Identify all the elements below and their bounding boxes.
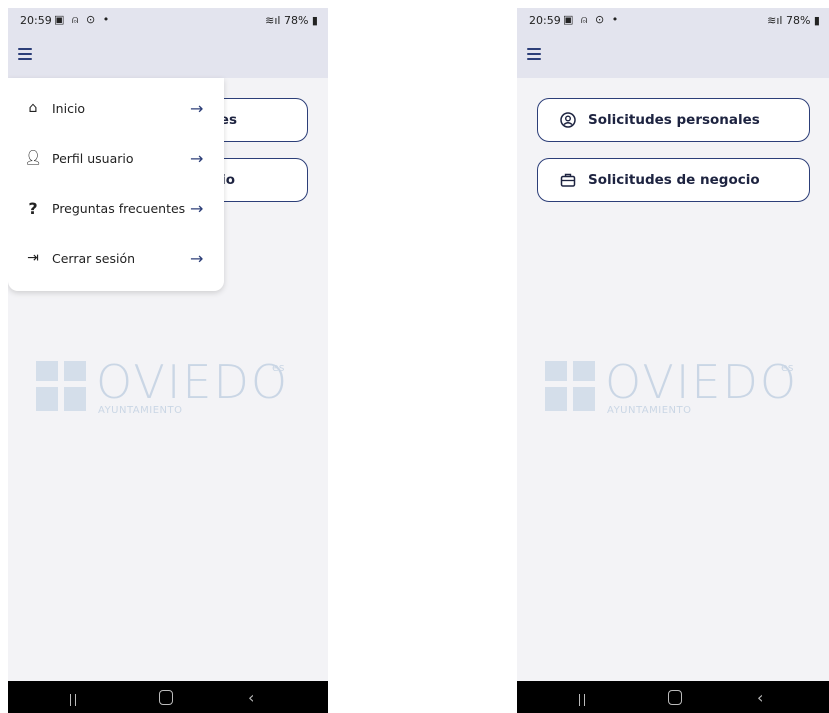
phone-screen-drawer-open: 20:59 ▣ ⍝ ⊙ • ≋ıl 78% ▮ es io OVIEDO es … — [8, 8, 328, 713]
logo-suffix: es — [272, 361, 285, 374]
solicitudes-personales-button[interactable]: Solicitudes personales — [537, 98, 810, 142]
main-content: Solicitudes personales Solicitudes de ne… — [517, 78, 829, 681]
menu-icon[interactable] — [527, 48, 541, 60]
system-nav-bar: ‹ — [517, 681, 829, 713]
notification-icons: ▣ ⍝ ⊙ • — [54, 13, 112, 26]
logo-subtitle: AYUNTAMIENTO — [98, 405, 183, 416]
status-bar: 20:59 ▣ ⍝ ⊙ • ≋ıl 78% ▮ — [517, 8, 829, 32]
recent-apps-icon[interactable] — [70, 691, 84, 706]
menu-item-preguntas[interactable]: ? Preguntas frecuentes → — [8, 188, 224, 228]
home-button-icon[interactable] — [159, 690, 173, 705]
menu-icon[interactable] — [18, 48, 32, 60]
battery-indicator: ≋ıl 78% ▮ — [265, 14, 318, 27]
logo-suffix: es — [781, 361, 794, 374]
logo-subtitle: AYUNTAMIENTO — [607, 405, 692, 416]
app-bar — [517, 32, 829, 78]
arrow-right-icon: → — [190, 98, 204, 118]
menu-item-inicio[interactable]: ⌂ Inicio → — [8, 88, 224, 128]
oviedo-logo: OVIEDO es AYUNTAMIENTO — [545, 355, 805, 421]
briefcase-icon — [558, 172, 578, 188]
battery-indicator: ≋ıl 78% ▮ — [767, 14, 820, 27]
logo-text: OVIEDO — [96, 355, 290, 409]
menu-item-label: Inicio — [52, 100, 86, 116]
battery-icon: ▮ — [308, 14, 318, 27]
user-icon: 👤︎ — [24, 150, 42, 166]
logo-text: OVIEDO — [605, 355, 799, 409]
coat-of-arms-icon — [36, 361, 86, 411]
menu-item-label: Cerrar sesión — [52, 250, 136, 266]
app-bar — [8, 32, 328, 78]
wifi-signal-icon: ≋ıl — [265, 14, 284, 27]
button-label: Solicitudes de negocio — [588, 172, 760, 188]
arrow-right-icon: → — [190, 148, 204, 168]
system-nav-bar: ‹ — [8, 681, 328, 713]
button-label: Solicitudes personales — [588, 112, 760, 128]
menu-item-cerrar-sesion[interactable]: ⇥ Cerrar sesión → — [8, 238, 224, 278]
arrow-right-icon: → — [190, 248, 204, 268]
question-icon: ? — [28, 198, 38, 218]
back-icon[interactable]: ‹ — [248, 688, 254, 707]
menu-item-label: Preguntas frecuentes — [52, 200, 186, 216]
solicitudes-negocio-button[interactable]: Solicitudes de negocio — [537, 158, 810, 202]
logout-icon: ⇥ — [27, 250, 39, 266]
menu-item-label: Perfil usuario — [52, 150, 134, 166]
status-time: 20:59 — [529, 14, 561, 27]
home-icon: ⌂ — [28, 100, 38, 116]
wifi-signal-icon: ≋ıl — [767, 14, 786, 27]
notification-icons: ▣ ⍝ ⊙ • — [563, 13, 621, 26]
user-circle-icon — [558, 112, 578, 128]
arrow-right-icon: → — [190, 198, 204, 218]
phone-screen-home: 20:59 ▣ ⍝ ⊙ • ≋ıl 78% ▮ Solicitudes pers… — [517, 8, 829, 713]
battery-icon: ▮ — [810, 14, 820, 27]
coat-of-arms-icon — [545, 361, 595, 411]
oviedo-logo: OVIEDO es AYUNTAMIENTO — [36, 355, 296, 421]
back-icon[interactable]: ‹ — [757, 688, 763, 707]
recent-apps-icon[interactable] — [579, 691, 593, 706]
status-time: 20:59 — [20, 14, 52, 27]
navigation-drawer: ⌂ Inicio → 👤︎ Perfil usuario → ? Pregunt… — [8, 78, 224, 291]
home-button-icon[interactable] — [668, 690, 682, 705]
menu-item-perfil[interactable]: 👤︎ Perfil usuario → — [8, 138, 224, 178]
status-bar: 20:59 ▣ ⍝ ⊙ • ≋ıl 78% ▮ — [8, 8, 328, 32]
